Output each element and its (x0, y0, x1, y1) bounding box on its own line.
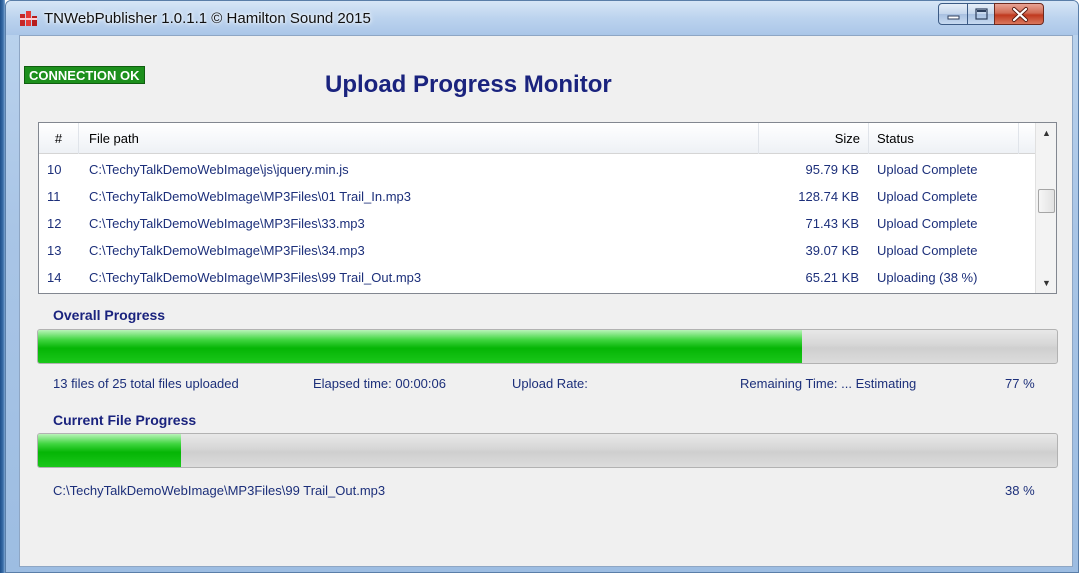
minimize-icon (947, 15, 960, 20)
row-file-path: C:\TechyTalkDemoWebImage\MP3Files\34.mp3 (89, 243, 365, 258)
list-item[interactable]: 12 C:\TechyTalkDemoWebImage\MP3Files\33.… (39, 210, 1035, 237)
maximize-icon (975, 8, 988, 20)
list-scrollbar[interactable]: ▲ ▼ (1035, 123, 1056, 293)
row-number: 12 (47, 216, 62, 231)
list-item[interactable]: 13 C:\TechyTalkDemoWebImage\MP3Files\34.… (39, 237, 1035, 264)
row-status: Uploading (38 %) (877, 270, 978, 285)
list-header: # File path Size Status (39, 123, 1035, 154)
column-header-number[interactable]: # (39, 123, 79, 154)
row-size: 65.21 KB (805, 270, 860, 285)
remaining-time: Remaining Time: ... Estimating (740, 376, 917, 391)
current-file-progress-bar (37, 433, 1058, 468)
maximize-button[interactable] (967, 3, 995, 25)
row-status: Upload Complete (877, 189, 978, 204)
row-size: 95.79 KB (805, 162, 860, 177)
list-item[interactable]: 10 C:\TechyTalkDemoWebImage\js\jquery.mi… (39, 156, 1035, 183)
page-title: Upload Progress Monitor (325, 71, 612, 98)
row-number: 13 (47, 243, 62, 258)
scroll-up-icon[interactable]: ▲ (1036, 123, 1057, 143)
file-list[interactable]: # File path Size Status 10 C:\TechyTalkD… (38, 122, 1057, 294)
current-file-progress-label: Current File Progress (53, 412, 197, 428)
close-icon (1012, 7, 1028, 22)
row-file-path: C:\TechyTalkDemoWebImage\MP3Files\01 Tra… (89, 189, 411, 204)
row-status: Upload Complete (877, 243, 978, 258)
current-file-path: C:\TechyTalkDemoWebImage\MP3Files\99 Tra… (53, 483, 386, 498)
title-bar[interactable]: TNWebPublisher 1.0.1.1 © Hamilton Sound … (6, 1, 1078, 35)
window-title: TNWebPublisher 1.0.1.1 © Hamilton Sound … (44, 10, 371, 27)
row-status: Upload Complete (877, 216, 978, 231)
column-header-status[interactable]: Status (869, 123, 1019, 154)
row-file-path: C:\TechyTalkDemoWebImage\js\jquery.min.j… (89, 162, 349, 177)
overall-percent: 77 % (1005, 376, 1035, 391)
row-number: 11 (47, 189, 61, 204)
row-number: 14 (47, 270, 62, 285)
row-file-path: C:\TechyTalkDemoWebImage\MP3Files\99 Tra… (89, 270, 422, 285)
overall-progress-label: Overall Progress (53, 307, 166, 323)
overall-progress-bar (37, 329, 1058, 364)
list-item[interactable]: 14 C:\TechyTalkDemoWebImage\MP3Files\99 … (39, 264, 1035, 291)
current-file-progress-fill (38, 434, 181, 467)
list-item[interactable]: 11 C:\TechyTalkDemoWebImage\MP3Files\01 … (39, 183, 1035, 210)
row-size: 39.07 KB (805, 243, 860, 258)
scroll-down-icon[interactable]: ▼ (1036, 273, 1057, 293)
app-logo-icon (20, 11, 38, 27)
files-uploaded-count: 13 files of 25 total files uploaded (53, 376, 239, 391)
column-header-size[interactable]: Size (759, 123, 869, 154)
row-status: Upload Complete (877, 162, 978, 177)
row-number: 10 (47, 162, 62, 177)
overall-progress-fill (38, 330, 803, 363)
scroll-thumb[interactable] (1038, 189, 1055, 213)
connection-status-badge: CONNECTION OK (24, 66, 145, 84)
row-size: 71.43 KB (805, 216, 860, 231)
row-size: 128.74 KB (798, 189, 859, 204)
elapsed-time: Elapsed time: 00:00:06 (313, 376, 446, 391)
minimize-button[interactable] (938, 3, 968, 25)
row-file-path: C:\TechyTalkDemoWebImage\MP3Files\33.mp3 (89, 216, 365, 231)
column-header-path[interactable]: File path (79, 123, 759, 154)
upload-rate: Upload Rate: (512, 376, 588, 391)
close-button[interactable] (994, 3, 1044, 25)
current-file-percent: 38 % (1005, 483, 1035, 498)
